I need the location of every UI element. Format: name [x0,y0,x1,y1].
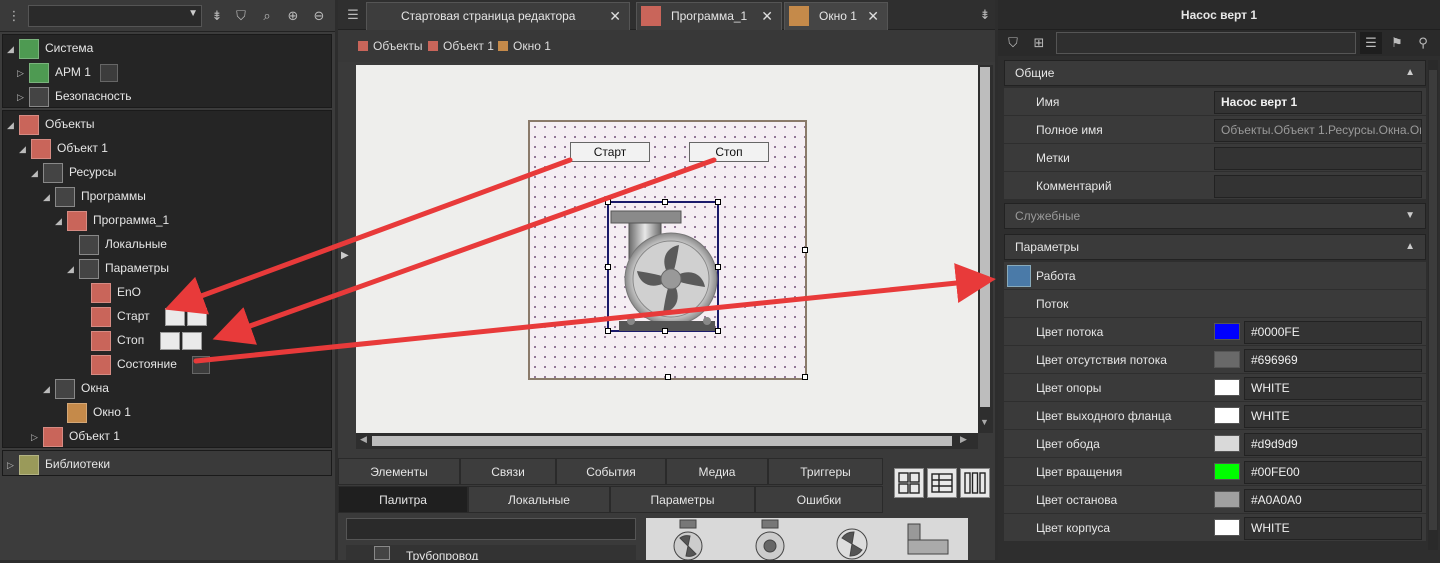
arrow-state-link [193,263,996,364]
arrow-stop-link [212,157,717,345]
annotation-arrows [164,157,996,364]
